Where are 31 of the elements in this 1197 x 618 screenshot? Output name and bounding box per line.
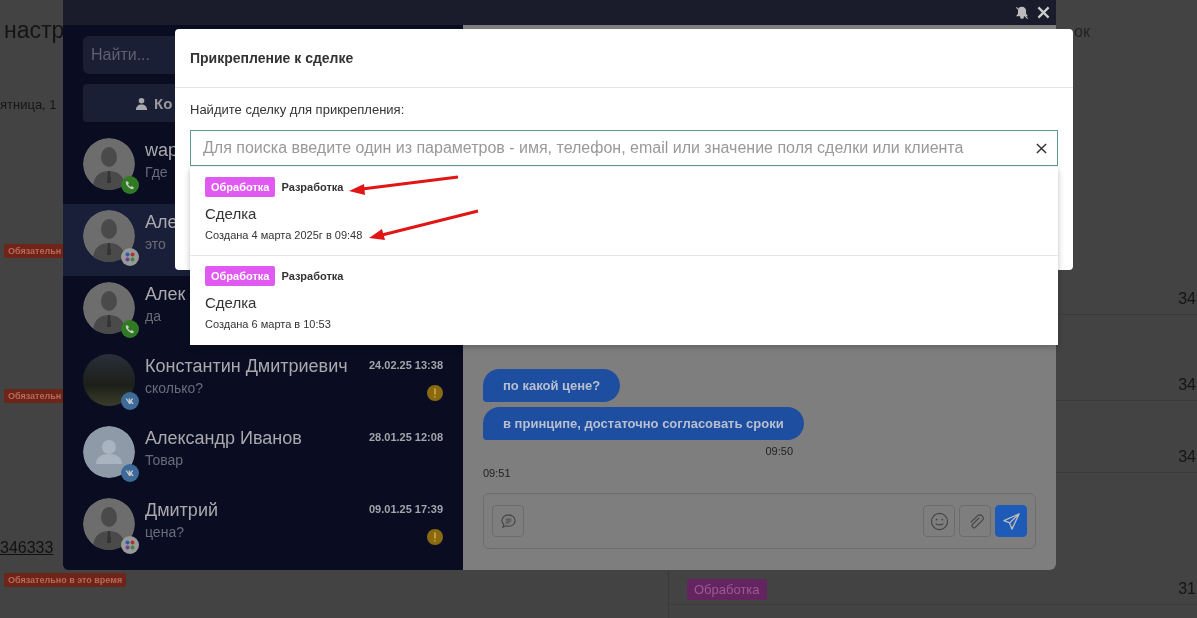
- contact-name: Константин Дмитриевич: [145, 356, 348, 377]
- dialog-title: Прикрепление к сделке: [190, 50, 354, 66]
- required-tag: Обязательн: [4, 244, 66, 258]
- message-time: 09:51: [483, 467, 511, 479]
- deal-name: Сделка: [205, 205, 257, 222]
- message-time: 09.01.25 17:39: [369, 503, 443, 515]
- status-tag: Обработка: [205, 177, 276, 197]
- last-message: сколько?: [145, 380, 204, 396]
- last-message: это: [145, 236, 166, 252]
- last-message: да: [145, 308, 161, 324]
- last-message: Где: [145, 164, 168, 180]
- message-time: 24.02.25 13:38: [369, 359, 443, 371]
- message-time: 09:50: [765, 445, 793, 457]
- deal-name: Сделка: [205, 294, 257, 311]
- status-tag: Обработка: [687, 578, 767, 600]
- pipeline-name: Разработка: [281, 270, 344, 282]
- created-date: Создана 4 марта 2025г в 09:48: [205, 229, 363, 241]
- message-bubble: в принципе, достаточно согласовать сроки: [483, 407, 804, 440]
- message-time: 28.01.25 12:08: [369, 431, 443, 443]
- required-tag: Обязательн: [4, 389, 66, 403]
- last-message: цена?: [145, 524, 184, 540]
- status-tag: Обработка: [205, 266, 276, 286]
- field-label: Найдите сделку для прикрепления:: [190, 102, 406, 117]
- pipeline-name: Разработка: [281, 181, 344, 193]
- required-tag: Обязательно в это время: [4, 573, 127, 587]
- contact-name: Алек: [145, 284, 186, 305]
- contact-name: Дмитрий: [145, 500, 218, 521]
- created-date: Создана 6 марта в 10:53: [205, 318, 331, 330]
- contact-name: Александр Иванов: [145, 428, 302, 449]
- last-message: Товар: [145, 452, 184, 468]
- message-bubble: по какой цене?: [483, 369, 621, 402]
